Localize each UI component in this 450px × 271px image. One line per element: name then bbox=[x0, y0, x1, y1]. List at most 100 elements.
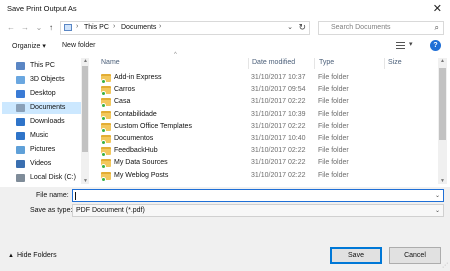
breadcrumb-separator[interactable]: › bbox=[76, 23, 78, 30]
back-arrow-icon[interactable]: ← bbox=[5, 22, 17, 34]
nav-item-label: This PC bbox=[30, 62, 55, 69]
nav-item-downloads[interactable]: Downloads bbox=[2, 116, 82, 128]
file-row[interactable]: Documentos 31/10/2017 10:40 File folder bbox=[96, 133, 436, 145]
sort-ascending-icon: ^ bbox=[174, 52, 177, 58]
search-input[interactable]: Search Documents ⌕ bbox=[318, 21, 444, 35]
file-type: File folder bbox=[318, 135, 349, 142]
nav-scrollbar-thumb[interactable] bbox=[82, 66, 88, 152]
column-divider[interactable] bbox=[384, 58, 385, 69]
column-header-date[interactable]: Date modified bbox=[252, 59, 295, 66]
file-row[interactable]: FeedbackHub 31/10/2017 02:22 File folder bbox=[96, 145, 436, 158]
scroll-up-arrow-icon[interactable]: ▲ bbox=[83, 58, 88, 64]
nav-item-label: Local Disk (C:) bbox=[30, 174, 76, 181]
nav-item-label: Documents bbox=[30, 104, 66, 111]
file-type: File folder bbox=[318, 110, 349, 118]
close-icon[interactable]: ✕ bbox=[433, 2, 442, 16]
search-placeholder: Search Documents bbox=[331, 24, 391, 31]
nav-item-videos[interactable]: Videos bbox=[2, 158, 82, 170]
file-type: File folder bbox=[318, 74, 349, 81]
breadcrumb-separator[interactable]: › bbox=[113, 23, 115, 30]
hide-folders-button[interactable]: ▲ Hide Folders bbox=[8, 252, 57, 259]
file-name-label: File name: bbox=[36, 192, 69, 199]
new-folder-button[interactable]: New folder bbox=[62, 42, 95, 49]
column-header-name[interactable]: Name bbox=[101, 59, 120, 66]
up-arrow-icon[interactable]: ↑ bbox=[45, 22, 57, 34]
nav-item-documents[interactable]: Documents bbox=[2, 102, 82, 114]
file-row[interactable]: My Weblog Posts 31/10/2017 02:22 File fold… bbox=[96, 170, 436, 182]
nav-item-local-disk-c[interactable]: Local Disk (C:) bbox=[2, 172, 82, 184]
nav-item-label: Pictures bbox=[30, 146, 56, 153]
organize-button[interactable]: Organize ▾ bbox=[12, 42, 46, 50]
navigation-pane: This PC 3D Objects Desktop Documents Downloa… bbox=[2, 58, 90, 184]
refresh-icon[interactable]: ↻ bbox=[298, 22, 306, 33]
scroll-up-arrow-icon[interactable]: ▲ bbox=[440, 58, 445, 64]
nav-item-3d-objects[interactable]: 3D Objects bbox=[2, 74, 82, 86]
date-modified: 31/10/2017 10:37 bbox=[251, 74, 306, 81]
file-name: Custom Office Templates bbox=[114, 122, 192, 130]
view-dropdown-icon[interactable]: ▾ bbox=[409, 40, 413, 48]
chevron-down-icon[interactable]: ⌄ bbox=[435, 192, 440, 199]
file-type: File folder bbox=[318, 171, 349, 179]
file-name: Contabilidade bbox=[114, 110, 157, 118]
column-divider[interactable] bbox=[248, 58, 249, 69]
forward-arrow-icon[interactable]: → bbox=[19, 22, 31, 34]
address-dropdown-icon[interactable]: ⌄ bbox=[287, 23, 293, 31]
scroll-down-arrow-icon[interactable]: ▼ bbox=[440, 178, 445, 184]
column-header-size[interactable]: Size bbox=[388, 59, 402, 66]
nav-item-pictures[interactable]: Pictures bbox=[2, 144, 82, 156]
file-name: Documentos bbox=[114, 135, 154, 142]
nav-item-label: 3D Objects bbox=[30, 76, 65, 83]
desktop-icon bbox=[16, 90, 25, 98]
nav-item-this-pc[interactable]: This PC bbox=[2, 60, 82, 72]
nav-item-label: Videos bbox=[30, 160, 52, 167]
date-modified: 31/10/2017 02:22 bbox=[251, 98, 306, 106]
date-modified: 31/10/2017 02:22 bbox=[251, 147, 306, 155]
save-as-type-select[interactable]: PDF Document (*.pdf) ⌄ bbox=[72, 204, 444, 217]
help-icon[interactable]: ? bbox=[430, 40, 441, 51]
search-icon[interactable]: ⌕ bbox=[435, 23, 439, 33]
file-name-input[interactable]: ⌄ bbox=[72, 189, 444, 202]
nav-item-music[interactable]: Music bbox=[2, 130, 82, 142]
scroll-down-arrow-icon[interactable]: ▼ bbox=[83, 178, 88, 184]
file-row[interactable]: Custom Office Templates 31/10/2017 02:22 F… bbox=[96, 121, 436, 133]
sync-status-icon bbox=[101, 176, 106, 182]
date-modified: 31/10/2017 10:40 bbox=[251, 135, 306, 142]
file-name: My Weblog Posts bbox=[114, 171, 169, 179]
nav-item-label: Desktop bbox=[30, 90, 56, 97]
save-as-type-label: Save as type: bbox=[30, 207, 73, 214]
file-type: File folder bbox=[318, 86, 349, 94]
nav-item-label: Music bbox=[30, 132, 49, 139]
column-divider[interactable] bbox=[314, 58, 315, 69]
file-row[interactable]: My Data Sources 31/10/2017 02:22 File fold… bbox=[96, 157, 436, 170]
cube-icon bbox=[16, 76, 25, 84]
file-name: Carros bbox=[114, 86, 136, 94]
file-name: Casa bbox=[114, 98, 131, 106]
music-icon bbox=[16, 132, 25, 140]
pictures-icon bbox=[16, 146, 25, 154]
date-modified: 31/10/2017 02:22 bbox=[251, 159, 306, 167]
save-button[interactable]: Save bbox=[330, 247, 382, 264]
computer-icon bbox=[16, 62, 25, 70]
file-row[interactable]: Carros 31/10/2017 09:54 File folder bbox=[96, 84, 436, 97]
file-type: File folder bbox=[318, 122, 349, 130]
resize-grip-icon[interactable]: ⋰ bbox=[442, 262, 448, 269]
nav-item-desktop[interactable]: Desktop bbox=[2, 88, 82, 100]
view-options-icon[interactable] bbox=[396, 42, 405, 49]
breadcrumb-documents[interactable]: Documents bbox=[121, 24, 156, 31]
file-row[interactable]: Casa 31/10/2017 02:22 File folder bbox=[96, 96, 436, 109]
chevron-up-icon: ▲ bbox=[8, 253, 14, 259]
recent-locations-icon[interactable]: ⌄ bbox=[33, 22, 45, 34]
file-type: File folder bbox=[318, 147, 349, 155]
file-row[interactable]: Add-in Express 31/10/2017 10:37 File folde… bbox=[96, 72, 436, 84]
file-type: File folder bbox=[318, 159, 349, 167]
breadcrumb-this-pc[interactable]: This PC bbox=[84, 24, 109, 31]
file-name: My Data Sources bbox=[114, 159, 168, 167]
chevron-down-icon[interactable]: ⌄ bbox=[435, 207, 440, 214]
file-list-scrollbar-thumb[interactable] bbox=[439, 68, 446, 140]
date-modified: 31/10/2017 02:22 bbox=[251, 122, 306, 130]
breadcrumb-separator[interactable]: › bbox=[159, 23, 161, 30]
address-bar[interactable]: › This PC › Documents › ⌄ ↻ bbox=[60, 21, 310, 35]
cancel-button[interactable]: Cancel bbox=[389, 247, 441, 264]
column-header-type[interactable]: Type bbox=[319, 59, 334, 66]
file-row[interactable]: Contabilidade 31/10/2017 10:39 File folder bbox=[96, 109, 436, 121]
